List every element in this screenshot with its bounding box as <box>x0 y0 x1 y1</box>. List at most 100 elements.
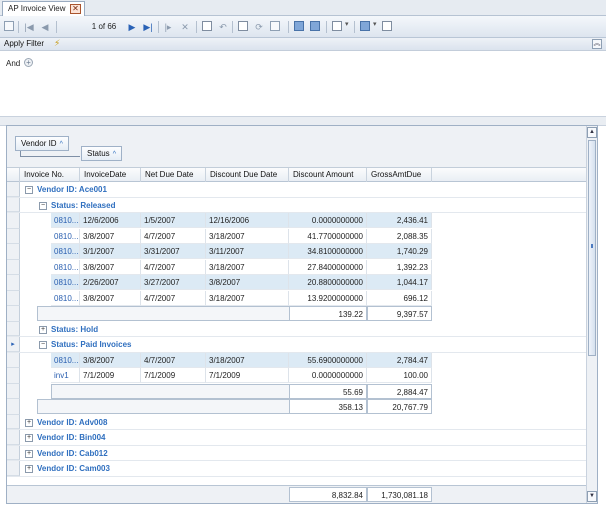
cell-net-due-date[interactable]: 3/31/2007 <box>141 244 206 259</box>
cell-invoice-date[interactable]: 3/1/2007 <box>80 244 141 259</box>
cell-net-due-date[interactable]: 4/7/2007 <box>141 352 206 368</box>
row-indicator[interactable] <box>7 430 20 445</box>
save-icon[interactable] <box>4 21 14 31</box>
row-indicator[interactable] <box>7 414 20 429</box>
cell-gross-amt-due[interactable]: 1,044.17 <box>367 275 432 290</box>
table-row[interactable]: 0810... 12/6/2006 1/5/2007 12/16/2006 0.0000… <box>7 213 587 229</box>
column-header-net-due-date[interactable]: Net Due Date <box>141 168 206 182</box>
expand-icon[interactable]: + <box>39 325 47 334</box>
row-indicator[interactable] <box>7 182 20 197</box>
edit-icon[interactable] <box>202 21 212 31</box>
filter-operator[interactable]: And <box>6 59 20 68</box>
cell-discount-amount[interactable]: 41.7700000000 <box>289 228 367 244</box>
cell-gross-amt-due[interactable]: 2,088.35 <box>367 228 432 244</box>
table-row[interactable]: 0810... 3/8/2007 4/7/2007 3/18/2007 55.69000… <box>7 352 587 368</box>
cell-gross-amt-due[interactable]: 696.12 <box>367 290 432 306</box>
chevron-down-icon[interactable]: ▾ <box>345 20 349 28</box>
paste-icon[interactable] <box>310 21 320 31</box>
export-icon[interactable] <box>332 21 342 31</box>
row-indicator[interactable] <box>7 368 20 384</box>
cell-invoice-date[interactable]: 2/26/2007 <box>80 275 141 290</box>
cell-gross-amt-due[interactable]: 1,392.23 <box>367 259 432 275</box>
chart-icon[interactable] <box>360 21 370 31</box>
row-indicator[interactable] <box>7 445 20 460</box>
group-row-vendor[interactable]: + Vendor ID: Cab012 <box>7 445 587 461</box>
cell-invoice-no[interactable]: 0810... <box>51 275 80 290</box>
cell-invoice-no[interactable]: inv1 <box>51 368 80 383</box>
cell-discount-due-date[interactable]: 3/18/2007 <box>206 290 289 306</box>
table-row[interactable]: 0810... 3/1/2007 3/31/2007 3/11/2007 34.8100… <box>7 244 587 260</box>
copy-icon[interactable] <box>294 21 304 31</box>
previous-page-icon[interactable]: ◀ <box>40 20 50 34</box>
column-header-invoice-no[interactable]: Invoice No. <box>20 168 80 182</box>
expand-icon[interactable]: + <box>25 434 33 442</box>
row-indicator[interactable] <box>7 213 20 229</box>
expand-icon[interactable]: + <box>25 418 33 427</box>
current-row-icon[interactable]: ▸ <box>7 337 20 352</box>
expand-icon[interactable]: + <box>25 449 33 458</box>
scroll-down-icon[interactable]: ▼ <box>587 491 597 502</box>
cell-net-due-date[interactable]: 1/5/2007 <box>141 213 206 228</box>
scroll-thumb[interactable] <box>588 140 596 356</box>
cell-invoice-no[interactable]: 0810... <box>51 259 80 275</box>
cell-discount-amount[interactable]: 0.0000000000 <box>289 213 367 228</box>
cell-invoice-no[interactable]: 0810... <box>51 352 80 368</box>
cell-discount-due-date[interactable]: 3/8/2007 <box>206 275 289 290</box>
row-indicator[interactable] <box>7 228 20 244</box>
email-icon[interactable] <box>270 21 280 31</box>
table-row[interactable]: 0810... 3/8/2007 4/7/2007 3/18/2007 41.77000… <box>7 228 587 244</box>
cell-invoice-no[interactable]: 0810... <box>51 213 80 228</box>
cell-invoice-date[interactable]: 7/1/2009 <box>80 368 141 383</box>
delete-icon[interactable]: ✕ <box>180 20 190 34</box>
group-row-vendor[interactable]: + Vendor ID: Cam003 <box>7 461 587 477</box>
row-indicator[interactable] <box>7 461 20 476</box>
tab-ap-invoice-view[interactable]: AP Invoice View ✕ <box>2 1 85 16</box>
group-chip-status[interactable]: Status ^ <box>81 146 122 161</box>
row-indicator[interactable] <box>7 197 20 212</box>
cell-discount-due-date[interactable]: 7/1/2009 <box>206 368 289 383</box>
cell-invoice-date[interactable]: 3/8/2007 <box>80 228 141 244</box>
table-row[interactable]: 0810... 2/26/2007 3/27/2007 3/8/2007 20.8800… <box>7 275 587 291</box>
first-page-icon[interactable]: |◀ <box>24 20 34 34</box>
column-header-invoice-date[interactable]: InvoiceDate <box>80 168 141 182</box>
cell-net-due-date[interactable]: 4/7/2007 <box>141 290 206 306</box>
cell-invoice-no[interactable]: 0810... <box>51 244 80 259</box>
group-chip-vendor-id[interactable]: Vendor ID ^ <box>15 136 69 151</box>
cell-invoice-no[interactable]: 0810... <box>51 290 80 306</box>
cell-gross-amt-due[interactable]: 100.00 <box>367 368 432 383</box>
last-page-icon[interactable]: ▶| <box>142 20 154 34</box>
row-indicator[interactable] <box>7 259 20 275</box>
cell-net-due-date[interactable]: 3/27/2007 <box>141 275 206 290</box>
row-indicator[interactable] <box>7 321 20 336</box>
collapse-icon[interactable]: − <box>39 201 47 210</box>
group-row-status[interactable]: − Status: Released <box>7 197 587 213</box>
cell-discount-amount[interactable]: 27.8400000000 <box>289 259 367 275</box>
cell-invoice-no[interactable]: 0810... <box>51 228 80 244</box>
cell-invoice-date[interactable]: 3/8/2007 <box>80 259 141 275</box>
cell-discount-amount[interactable]: 20.8800000000 <box>289 275 367 290</box>
cell-invoice-date[interactable]: 12/6/2006 <box>80 213 141 228</box>
new-row-icon[interactable]: |▸ <box>162 20 174 34</box>
row-indicator[interactable] <box>7 244 20 260</box>
layout-icon[interactable] <box>382 21 392 31</box>
row-indicator[interactable] <box>7 352 20 368</box>
column-header-discount-due-date[interactable]: Discount Due Date <box>206 168 289 182</box>
cell-discount-amount[interactable]: 55.6900000000 <box>289 352 367 368</box>
table-row[interactable]: 0810... 3/8/2007 4/7/2007 3/18/2007 13.92000… <box>7 290 587 306</box>
table-row[interactable]: inv1 7/1/2009 7/1/2009 7/1/2009 0.0000000000… <box>7 368 587 384</box>
print-preview-icon[interactable] <box>238 21 248 31</box>
add-condition-icon[interactable]: + <box>24 58 33 67</box>
cell-net-due-date[interactable]: 7/1/2009 <box>141 368 206 383</box>
chevron-down-icon[interactable]: ▾ <box>373 20 377 28</box>
collapse-icon[interactable]: − <box>25 186 33 194</box>
cell-net-due-date[interactable]: 4/7/2007 <box>141 259 206 275</box>
cell-gross-amt-due[interactable]: 2,784.47 <box>367 352 432 368</box>
collapse-icon[interactable]: ︽ <box>592 39 602 49</box>
cell-invoice-date[interactable]: 3/8/2007 <box>80 290 141 306</box>
column-header-discount-amount[interactable]: Discount Amount <box>289 168 367 182</box>
cell-discount-amount[interactable]: 0.0000000000 <box>289 368 367 383</box>
vertical-scrollbar[interactable]: ▲ ▼ <box>586 126 597 503</box>
group-row-vendor[interactable]: − Vendor ID: Ace001 <box>7 182 587 198</box>
collapse-icon[interactable]: − <box>39 341 47 349</box>
cell-discount-due-date[interactable]: 12/16/2006 <box>206 213 289 228</box>
